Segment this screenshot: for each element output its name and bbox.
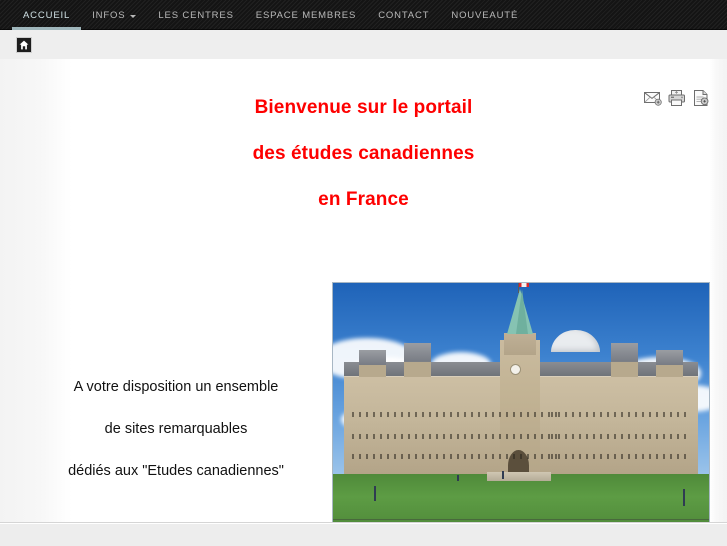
page-title-line-2: des études canadiennes bbox=[252, 143, 475, 164]
nav-item-infos[interactable]: INFOS bbox=[81, 0, 147, 30]
photo-wing-tower-right bbox=[656, 349, 683, 378]
home-icon[interactable] bbox=[16, 37, 32, 53]
nav-item-espace-membres[interactable]: ESPACE MEMBRES bbox=[245, 0, 367, 30]
page-icon[interactable] bbox=[692, 89, 710, 107]
nav-item-les-centres[interactable]: LES CENTRES bbox=[147, 0, 244, 30]
content-area: Bienvenue sur le portail des études cana… bbox=[0, 59, 727, 522]
page-root: ACCUEIL INFOS LES CENTRES ESPACE MEMBRES… bbox=[0, 0, 727, 546]
main-navigation: ACCUEIL INFOS LES CENTRES ESPACE MEMBRES… bbox=[0, 0, 727, 30]
intro-text: A votre disposition un ensemble de sites… bbox=[40, 366, 312, 492]
photo-fence bbox=[333, 519, 709, 520]
intro-text-line-3: dédiés aux "Etudes canadiennes" bbox=[68, 463, 284, 479]
photo-clock-face bbox=[509, 363, 521, 375]
photo-spire-shade bbox=[515, 288, 528, 334]
nav-label-accueil: ACCUEIL bbox=[23, 9, 71, 21]
intro-text-line-1: A votre disposition un ensemble bbox=[73, 379, 279, 395]
breadcrumb bbox=[0, 30, 727, 59]
nav-item-contact[interactable]: CONTACT bbox=[367, 0, 440, 30]
page-title-line-3: en France bbox=[318, 189, 409, 210]
parliament-photo bbox=[332, 282, 710, 522]
parliament-photo-canvas bbox=[333, 283, 709, 522]
nav-label-les-centres: LES CENTRES bbox=[158, 9, 234, 21]
photo-wing-tower-left-inner bbox=[404, 342, 431, 378]
print-icon[interactable] bbox=[668, 89, 686, 107]
page-title: Bienvenue sur le portail des études cana… bbox=[72, 85, 655, 223]
chevron-down-icon bbox=[130, 14, 137, 18]
nav-label-infos: INFOS bbox=[92, 9, 126, 21]
page-title-line-1: Bienvenue sur le portail bbox=[254, 97, 473, 118]
content-sheet: Bienvenue sur le portail des études cana… bbox=[0, 59, 727, 522]
nav-label-nouveaute: NOUVEAUTÉ bbox=[451, 9, 519, 21]
nav-label-contact: CONTACT bbox=[378, 9, 430, 21]
nav-label-espace-membres: ESPACE MEMBRES bbox=[255, 9, 357, 21]
photo-steps bbox=[487, 471, 552, 482]
canada-flag-icon bbox=[518, 283, 529, 288]
footer bbox=[0, 522, 727, 546]
photo-wing-tower-right-inner bbox=[611, 342, 638, 378]
photo-wing-tower-left bbox=[359, 349, 386, 378]
photo-peace-tower-belfry bbox=[504, 332, 537, 355]
nav-list: ACCUEIL INFOS LES CENTRES ESPACE MEMBRES… bbox=[0, 0, 727, 30]
nav-item-accueil[interactable]: ACCUEIL bbox=[12, 0, 82, 30]
intro-text-line-2: de sites remarquables bbox=[104, 421, 248, 437]
nav-item-nouveaute[interactable]: NOUVEAUTÉ bbox=[440, 0, 529, 30]
